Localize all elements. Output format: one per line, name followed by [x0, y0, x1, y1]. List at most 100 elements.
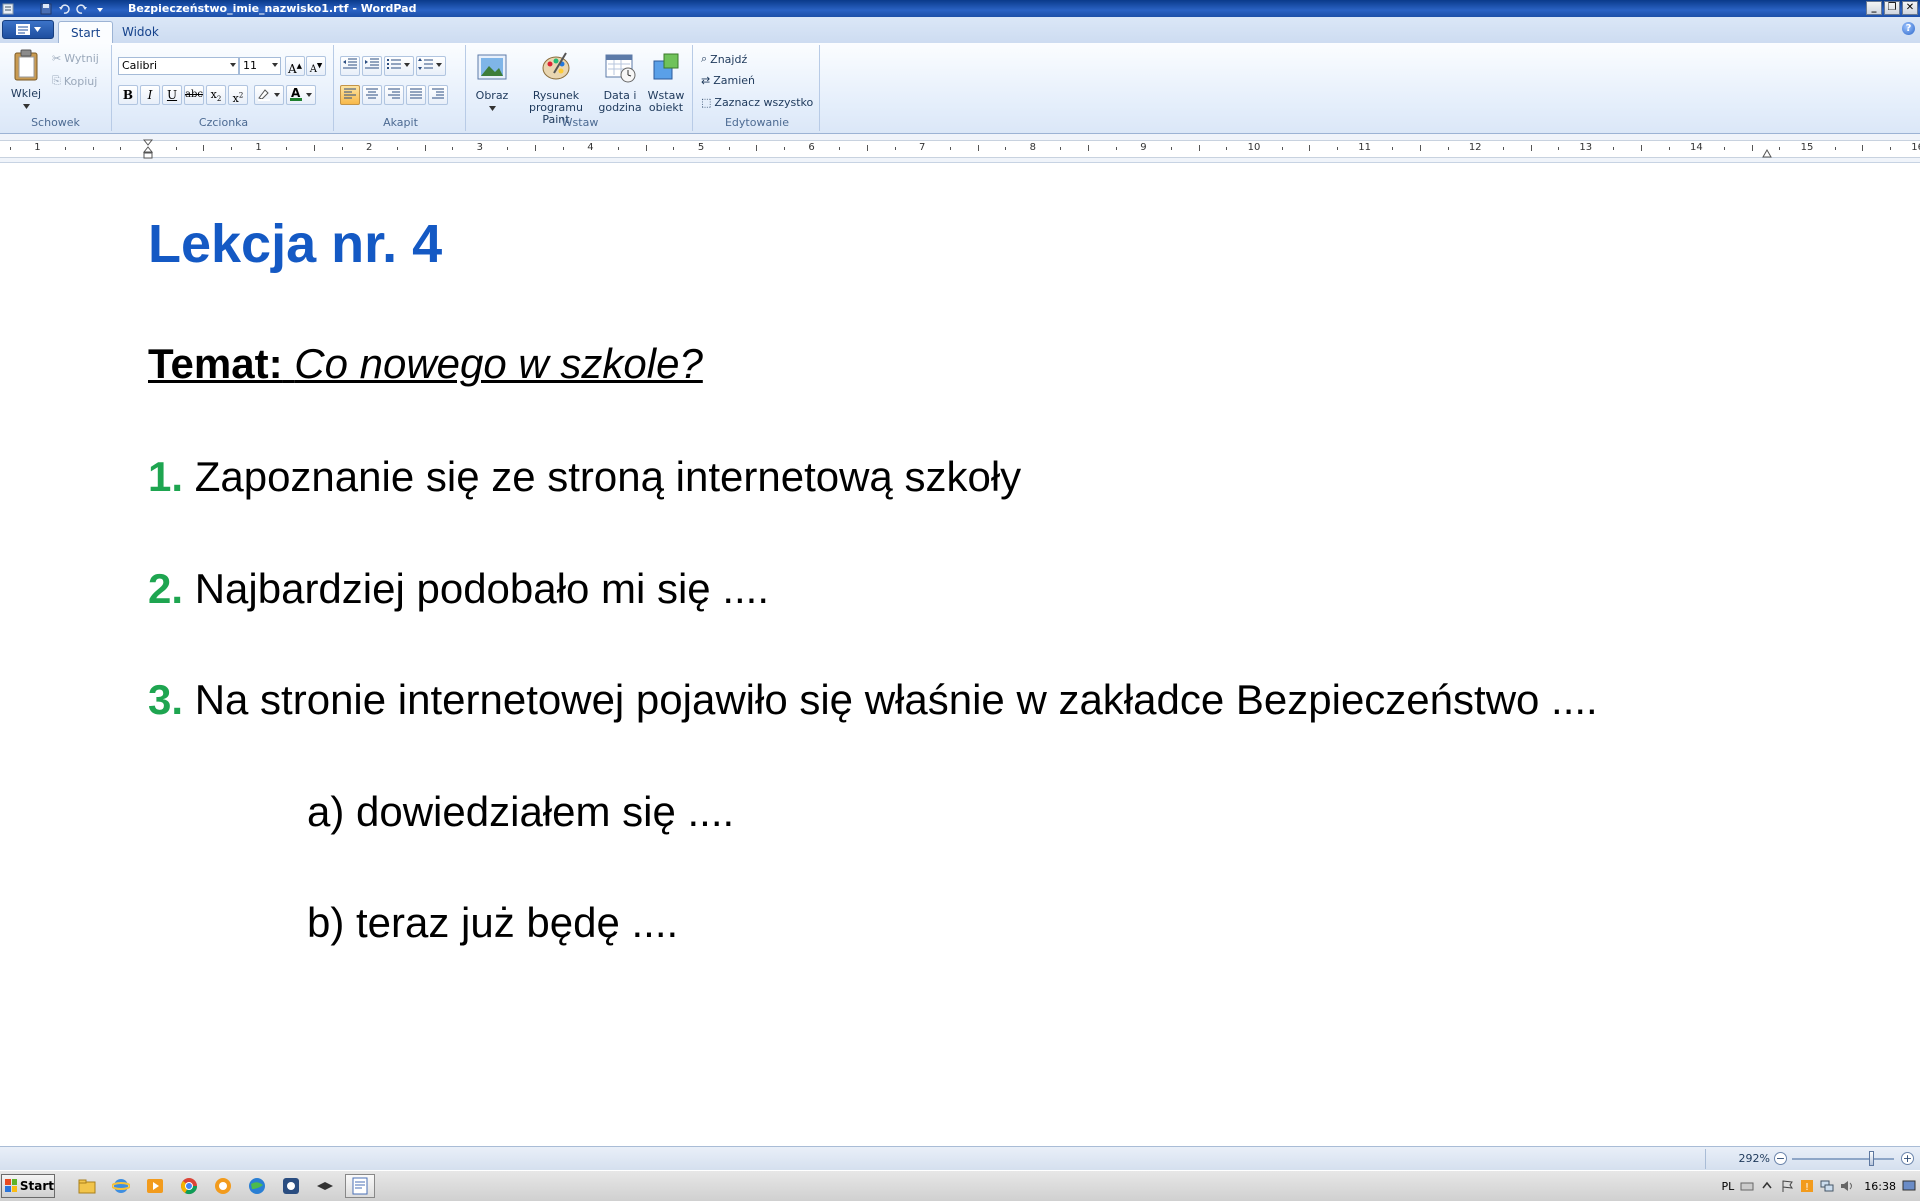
select-all-button[interactable]: ⬚ Zaznacz wszystko: [701, 96, 813, 109]
chevron-down-icon: [33, 27, 41, 32]
ruler-tick: [1115, 147, 1117, 150]
decrease-indent-button[interactable]: [340, 56, 360, 76]
decrease-indent-icon: [343, 58, 357, 69]
justify-icon: [410, 88, 422, 99]
italic-button[interactable]: I: [140, 85, 160, 105]
strikethrough-button[interactable]: abc: [184, 85, 204, 105]
tab-start[interactable]: Start: [58, 21, 114, 43]
document-heading: Lekcja nr. 4: [148, 214, 443, 274]
insert-object-button[interactable]: Wstaw obiekt: [644, 51, 688, 114]
picture-label: Obraz: [475, 89, 509, 102]
show-desktop-icon[interactable]: [1902, 1179, 1916, 1193]
font-size-value: 11: [243, 59, 257, 72]
folder-icon[interactable]: [78, 1177, 96, 1195]
insert-group: Obraz Rysunek programu Paint Data i godz…: [468, 45, 693, 131]
hat-icon[interactable]: [316, 1177, 334, 1195]
right-indent-marker-icon[interactable]: [1762, 144, 1772, 158]
tab-widok[interactable]: Widok: [110, 21, 171, 43]
keyboard-icon[interactable]: [1740, 1179, 1754, 1193]
replace-label: Zamień: [713, 74, 756, 87]
close-button[interactable]: ✕: [1902, 1, 1918, 15]
flag-icon[interactable]: [1780, 1179, 1794, 1193]
zoom-slider-track[interactable]: [1792, 1158, 1894, 1160]
editing-group: ⌕ Znajdź ⇄ Zamień ⬚ Zaznacz wszystko Edy…: [695, 45, 820, 131]
show-hidden-icons-icon[interactable]: [1760, 1179, 1774, 1193]
chrome-icon[interactable]: [180, 1177, 198, 1195]
align-left-button[interactable]: [340, 85, 360, 105]
zoom-in-button[interactable]: +: [1901, 1152, 1914, 1165]
underline-button[interactable]: U: [162, 85, 182, 105]
ruler-number: 12: [1468, 142, 1482, 153]
bold-button[interactable]: B: [118, 85, 138, 105]
align-center-button[interactable]: [362, 85, 382, 105]
media-player-icon[interactable]: [146, 1177, 164, 1195]
font-family-combo[interactable]: Calibri: [118, 57, 239, 75]
document-area[interactable]: Lekcja nr. 4 Temat: Co nowego w szkole? …: [0, 163, 1920, 1146]
insert-picture-button[interactable]: Obraz: [472, 51, 512, 114]
font-color-button[interactable]: A: [286, 85, 316, 105]
line-spacing-button[interactable]: [416, 56, 446, 76]
system-tray: PL ! 16:38: [1722, 1174, 1920, 1198]
highlight-button[interactable]: [254, 85, 284, 105]
volume-icon[interactable]: [1840, 1179, 1854, 1193]
indent-marker-icon[interactable]: [143, 139, 153, 159]
start-button[interactable]: Start: [1, 1174, 55, 1198]
grow-font-icon: A▲: [287, 62, 303, 76]
language-indicator[interactable]: PL: [1722, 1180, 1735, 1193]
increase-indent-button[interactable]: [362, 56, 382, 76]
save-icon[interactable]: [38, 2, 54, 16]
paragraph-group-label: Akapit: [383, 116, 418, 129]
justify-button[interactable]: [406, 85, 426, 105]
restore-button[interactable]: ❐: [1884, 1, 1900, 15]
list-item: 1. Zapoznanie się ze stroną internetową …: [148, 453, 1021, 501]
app-icon[interactable]: [0, 2, 16, 16]
horizontal-ruler[interactable]: 112345678910111213141516: [0, 134, 1920, 163]
insert-datetime-button[interactable]: Data i godzina: [598, 51, 642, 114]
application-menu-button[interactable]: [2, 20, 54, 39]
cut-label: Wytnij: [64, 52, 99, 65]
help-icon[interactable]: ?: [1902, 22, 1915, 35]
ruler-tick: [396, 147, 398, 150]
status-bar: 292% − +: [0, 1146, 1920, 1171]
network-icon[interactable]: [1820, 1179, 1834, 1193]
minimize-button[interactable]: _: [1866, 1, 1882, 15]
ruler-tick: [1724, 147, 1726, 150]
paragraph-button[interactable]: [428, 85, 448, 105]
find-button[interactable]: ⌕ Znajdź: [701, 52, 747, 66]
redo-icon[interactable]: [74, 2, 90, 16]
replace-button[interactable]: ⇄ Zamień: [701, 74, 755, 87]
align-right-icon: [388, 88, 400, 99]
sub-list-item: a) dowiedziałem się ....: [307, 788, 735, 835]
font-size-combo[interactable]: 11: [239, 57, 281, 75]
browser-icon[interactable]: [214, 1177, 232, 1195]
shrink-font-button[interactable]: A▼: [306, 56, 326, 76]
ruler-tick: [673, 147, 675, 150]
bullet-list-button[interactable]: [384, 56, 414, 76]
app-icon[interactable]: [282, 1177, 300, 1195]
insert-paint-drawing-button[interactable]: Rysunek programu Paint: [516, 51, 596, 126]
align-right-button[interactable]: [384, 85, 404, 105]
ruler-number: 14: [1690, 142, 1703, 153]
paste-button[interactable]: Wklej: [6, 49, 46, 112]
ruler-tick: [618, 147, 620, 150]
clock[interactable]: 16:38: [1864, 1180, 1896, 1193]
zoom-out-button[interactable]: −: [1774, 1152, 1787, 1165]
ruler-tick: [9, 147, 11, 150]
select-all-label: Zaznacz wszystko: [714, 96, 814, 109]
warning-icon[interactable]: !: [1800, 1179, 1814, 1193]
copy-label: Kopiuj: [63, 74, 98, 88]
grow-font-button[interactable]: A▲: [285, 56, 305, 76]
zoom-slider-thumb[interactable]: [1869, 1151, 1874, 1166]
wordpad-taskbar-button[interactable]: [345, 1174, 375, 1198]
copy-button[interactable]: ⎘ Kopiuj: [52, 74, 97, 88]
customize-qat-icon[interactable]: [92, 2, 108, 16]
cut-button[interactable]: ✂ Wytnij: [52, 52, 99, 65]
list-item: 3. Na stronie internetowej pojawiło się …: [148, 676, 1598, 724]
internet-explorer-icon[interactable]: [112, 1177, 130, 1195]
subscript-button[interactable]: x2: [206, 85, 226, 105]
ruler-tick: [1005, 147, 1007, 150]
superscript-button[interactable]: x2: [228, 85, 248, 105]
undo-icon[interactable]: [56, 2, 72, 16]
globe-icon[interactable]: [248, 1177, 266, 1195]
window-title: Bezpieczeństwo_imie_nazwisko1.rtf - Word…: [128, 2, 417, 15]
